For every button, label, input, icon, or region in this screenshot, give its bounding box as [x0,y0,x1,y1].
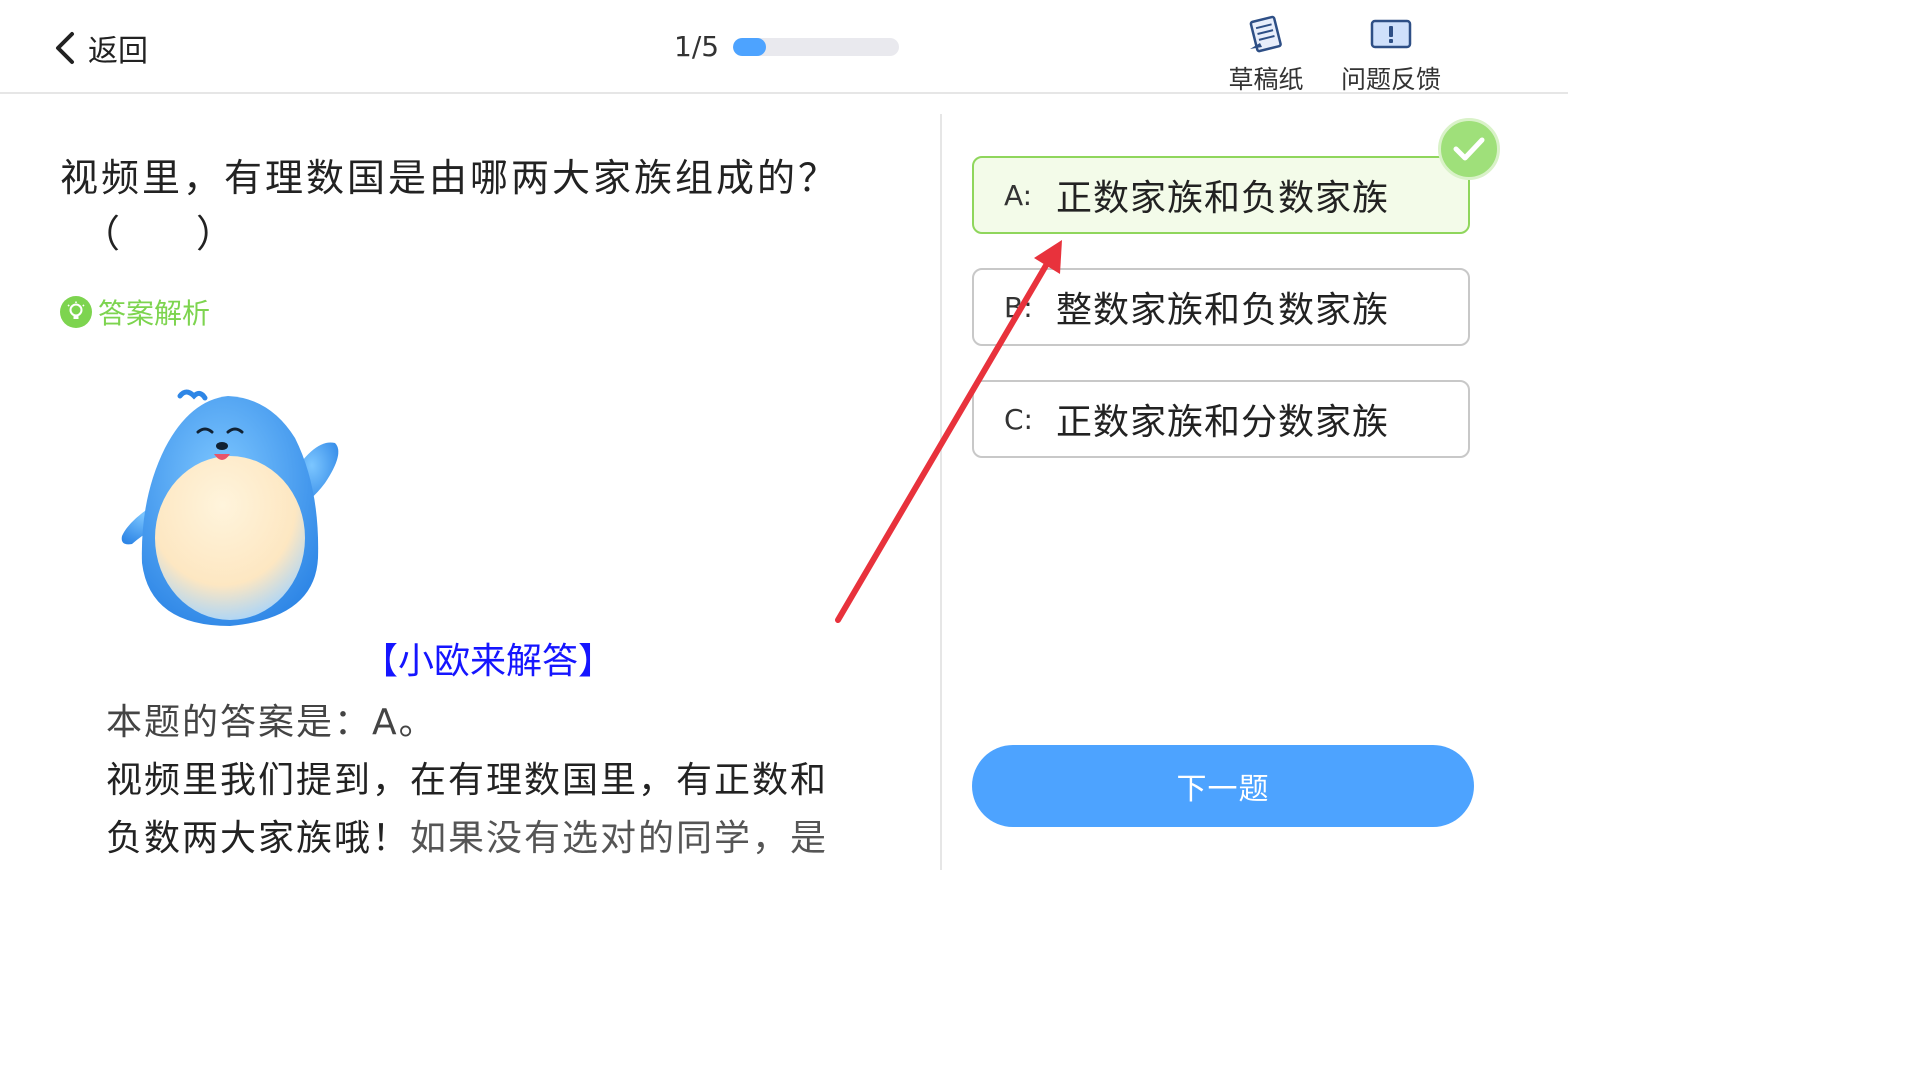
feedback-button[interactable]: 问题反馈 [1336,12,1446,96]
answer-line: 负数两大家族哦！如果没有选对的同学，是 [106,810,896,868]
answer-line: 本题的答案是：A。 [106,702,437,743]
correct-check-icon [1438,118,1500,180]
answer-explanation-body: 本题的答案是：A。 视频里我们提到，在有理数国里，有正数和 负数两大家族哦！如果… [106,694,896,868]
feedback-icon [1370,19,1412,49]
option-key: B: [1004,290,1033,324]
top-bar: 返回 1/5 草稿纸 问题反馈 [0,0,1568,94]
option-text: 整数家族和负数家族 [1056,290,1390,331]
option-key: C: [1004,402,1033,436]
answer-line-segment: 如果没有选对的同学，是 [410,818,829,859]
answer-explanation-title: 【小欧来解答】 [362,641,615,682]
question-blank: （ ） [82,212,235,256]
option-key: A: [1004,178,1033,212]
next-question-button[interactable]: 下一题 [972,745,1474,827]
panel-divider [940,114,942,870]
draft-paper-label: 草稿纸 [1228,65,1304,94]
answer-line-segment: 负数两大家族哦！ [106,818,411,859]
feedback-label: 问题反馈 [1340,65,1441,94]
draft-paper-icon [1249,15,1282,53]
question-stem: 视频里，有理数国是由哪两大家族组成的？ [60,156,840,200]
answer-line: 视频里我们提到，在有理数国里，有正数和 [106,760,829,801]
option-text: 正数家族和负数家族 [1056,178,1390,219]
progress-bar-fill [733,37,767,56]
progress-indicator: 1/5 [674,30,900,63]
lightbulb-icon [60,296,92,328]
chevron-left-icon [56,32,74,64]
option-text: 正数家族和分数家族 [1056,402,1390,443]
answer-analysis-toggle[interactable]: 答案解析 [60,292,210,332]
draft-paper-button[interactable]: 草稿纸 [1222,12,1310,96]
back-button[interactable]: 返回 [52,26,148,70]
option-a[interactable]: A: 正数家族和负数家族 [972,156,1470,234]
progress-bar [733,37,900,56]
answer-analysis-label: 答案解析 [98,297,211,330]
mascot-seal-image [121,389,339,626]
progress-text: 1/5 [674,30,720,63]
option-c[interactable]: C: 正数家族和分数家族 [972,380,1470,458]
question-text: 视频里，有理数国是由哪两大家族组成的？ （ ） [60,150,890,262]
back-label: 返回 [88,34,148,69]
option-b[interactable]: B: 整数家族和负数家族 [972,268,1470,346]
